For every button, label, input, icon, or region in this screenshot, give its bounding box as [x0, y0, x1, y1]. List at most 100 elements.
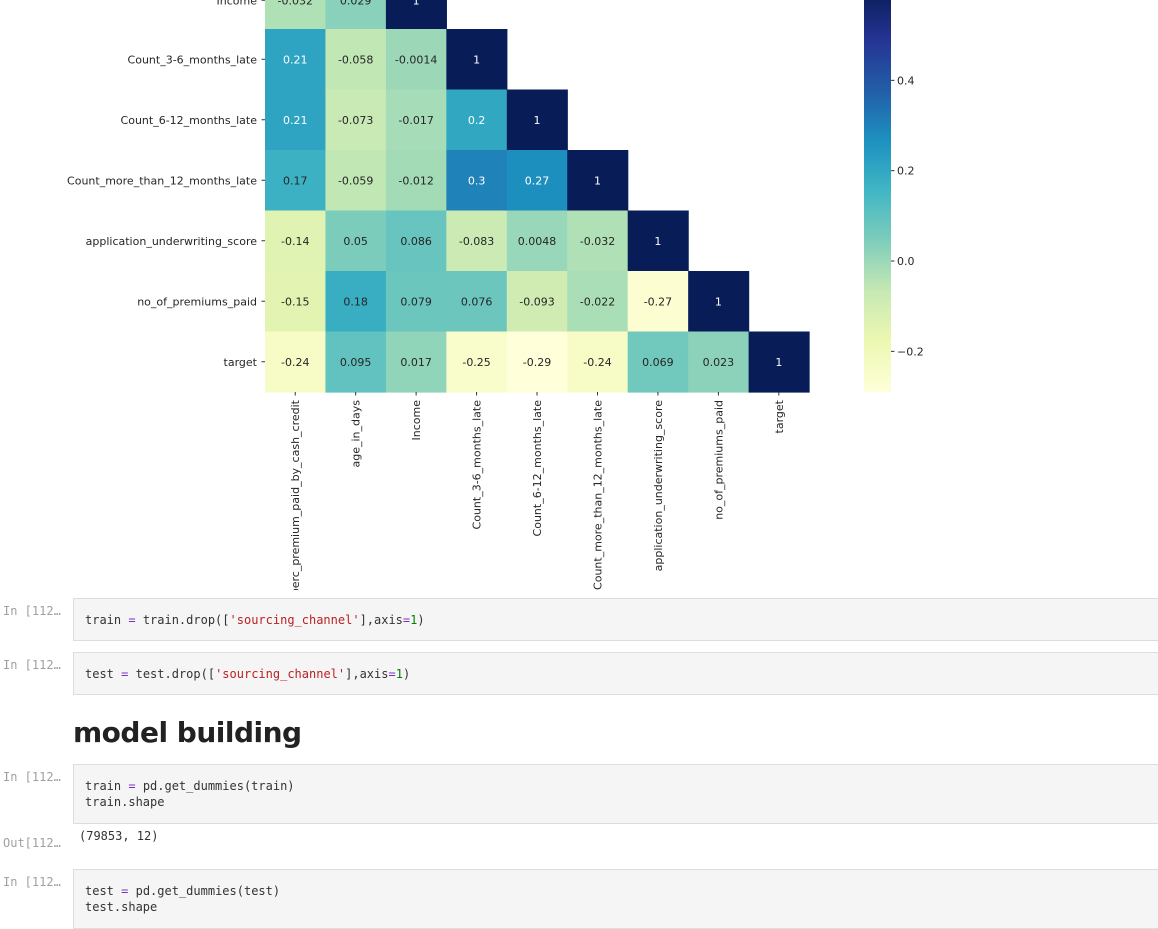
row-tick-label: Count_6-12_months_late: [121, 114, 258, 127]
heatmap-cell-label: 0.017: [400, 356, 432, 369]
code-token: train: [85, 779, 122, 793]
heatmap-cell-label: 0.029: [340, 0, 372, 7]
heatmap-cell-label: -0.032: [580, 235, 615, 248]
heatmap-cell-label: 0.3: [468, 174, 486, 187]
heatmap-cell-label: 1: [473, 53, 480, 66]
colorbar-tick-label: 0.4: [897, 74, 915, 87]
heatmap-cell-label: 0.2: [468, 114, 486, 127]
heatmap-cell-label: 0.076: [461, 295, 493, 308]
heatmap-cell-label: -0.017: [398, 114, 433, 127]
col-tick-label: Count_3-6_months_late: [471, 400, 484, 530]
code-editor[interactable]: train = train.drop(['sourcing_channel'],…: [73, 598, 1158, 641]
code-token: train.drop([: [142, 613, 230, 627]
heatmap-cell-label: 0.05: [343, 235, 368, 248]
row-tick-label: application_underwriting_score: [86, 235, 258, 248]
code-token: test.drop([: [135, 667, 216, 681]
heatmap-cell-label: 0.21: [283, 114, 308, 127]
code-token: =: [121, 613, 143, 627]
code-line: test = test.drop(['sourcing_channel'],ax…: [74, 666, 1158, 682]
code-token: =: [121, 779, 143, 793]
heatmap-cell-label: 0.086: [400, 235, 432, 248]
code-token: test: [85, 667, 114, 681]
heatmap-cell-label: 0.079: [400, 295, 432, 308]
code-token: =: [113, 667, 136, 681]
heatmap-cell-label: 0.0048: [518, 235, 557, 248]
heatmap-cell-label: 1: [654, 235, 661, 248]
col-tick-label: Income: [410, 400, 423, 441]
code-token: train: [85, 613, 122, 627]
code-token: pd.get_dummies(train): [142, 779, 295, 793]
input-prompt: In [112…: [3, 604, 61, 618]
heatmap-cell-label: -0.022: [580, 295, 615, 308]
row-tick-label: no_of_premiums_paid: [137, 295, 257, 308]
heatmap-cell-label: -0.24: [281, 356, 309, 369]
heatmap-cell-label: -0.058: [338, 53, 373, 66]
code-token: ): [417, 613, 425, 627]
heatmap-cell-label: 1: [534, 114, 541, 127]
heatmap-cell-label: -0.093: [519, 295, 554, 308]
colorbar-tick-label: −0.2: [897, 345, 924, 358]
cell-output: (79853, 12): [79, 829, 159, 843]
heatmap-cell-label: -0.059: [338, 174, 373, 187]
heatmap-cell-label: 1: [594, 174, 601, 187]
row-tick-label: Count_3-6_months_late: [128, 53, 258, 66]
heatmap-cell-label: -0.27: [644, 295, 672, 308]
heatmap-cell-label: 0.095: [340, 356, 372, 369]
heatmap-cell-label: 0.27: [525, 174, 550, 187]
heatmap-cell-label: -0.14: [281, 235, 309, 248]
heatmap-cells: -0.032 0.029 10.21 -0.058 -0.0014 10.21 -0.073…: [265, 0, 810, 393]
output-prompt: Out[112…: [3, 836, 61, 850]
heatmap-row-labels: Income Count_3-6_months_late Count_6-12_mo…: [67, 0, 265, 369]
code-token: ],axis: [359, 613, 403, 627]
code-editor[interactable]: train = pd.get_dummies(train) train.shap…: [73, 764, 1158, 824]
col-tick-label: Count_6-12_months_late: [531, 400, 544, 537]
colorbar-tick-label: 0.0: [897, 255, 915, 268]
heatmap-cell-label: 0.023: [703, 356, 735, 369]
code-token: =: [113, 884, 136, 898]
code-token: 'sourcing_channel': [229, 613, 360, 627]
code-editor[interactable]: test = test.drop(['sourcing_channel'],ax…: [73, 652, 1158, 695]
code-token: pd.get_dummies(test): [135, 884, 281, 898]
correlation-heatmap: -0.032 0.029 10.21 -0.058 -0.0014 10.21 -0.073…: [67, 0, 924, 590]
heatmap-cell-label: -0.15: [281, 295, 309, 308]
code-line: test = pd.get_dummies(test): [74, 883, 1158, 899]
heatmap-cell-label: -0.083: [459, 235, 494, 248]
code-editor[interactable]: test = pd.get_dummies(test) test.shape: [73, 869, 1158, 929]
code-line: train = train.drop(['sourcing_channel'],…: [74, 612, 1158, 628]
heatmap-cell-label: -0.032: [277, 0, 312, 7]
input-prompt: In [112…: [3, 770, 61, 784]
heatmap-cell-label: -0.29: [523, 356, 551, 369]
colorbar-tick-label: 0.2: [897, 165, 915, 178]
col-tick-label: application_underwriting_score: [652, 400, 665, 572]
code-line: train = pd.get_dummies(train): [74, 778, 1158, 794]
code-token: =: [388, 667, 396, 681]
code-token: 1: [395, 667, 403, 681]
col-tick-label: no_of_premiums_paid: [712, 400, 725, 520]
code-token: test: [85, 884, 114, 898]
col-tick-label: target: [773, 399, 786, 433]
code-line: train.shape: [74, 794, 1158, 810]
heatmap-cell-label: 1: [715, 295, 722, 308]
colorbar: 0.4 0.2 0.0 −0.2: [864, 0, 924, 392]
code-token: 'sourcing_channel': [215, 667, 346, 681]
colorbar-gradient: [864, 0, 891, 392]
heatmap-cell-label: -0.012: [398, 174, 433, 187]
heatmap-column-labels: perc_premium_paid_by_cash_credit age_in_d…: [289, 392, 786, 590]
code-token: train.shape: [85, 795, 165, 809]
heatmap-cell-label: 1: [413, 0, 420, 7]
heatmap-cell-label: 0.18: [343, 295, 368, 308]
code-token: ): [402, 667, 411, 681]
col-tick-label: age_in_days: [350, 400, 363, 468]
col-tick-label: Count_more_than_12_months_late: [591, 400, 604, 590]
heatmap-cell-label: -0.073: [338, 114, 373, 127]
input-prompt: In [112…: [3, 658, 61, 672]
col-tick-label: perc_premium_paid_by_cash_credit: [289, 399, 302, 590]
heatmap-cell-label: 0.17: [283, 174, 308, 187]
input-prompt: In [112…: [3, 875, 61, 889]
heatmap-cell-label: 1: [775, 356, 782, 369]
heatmap-cell-label: -0.0014: [395, 53, 437, 66]
code-line: test.shape: [74, 899, 1158, 915]
heatmap-cell-label: 0.21: [283, 53, 308, 66]
heatmap-cell-label: -0.25: [462, 356, 490, 369]
heatmap-cell-label: -0.24: [583, 356, 611, 369]
